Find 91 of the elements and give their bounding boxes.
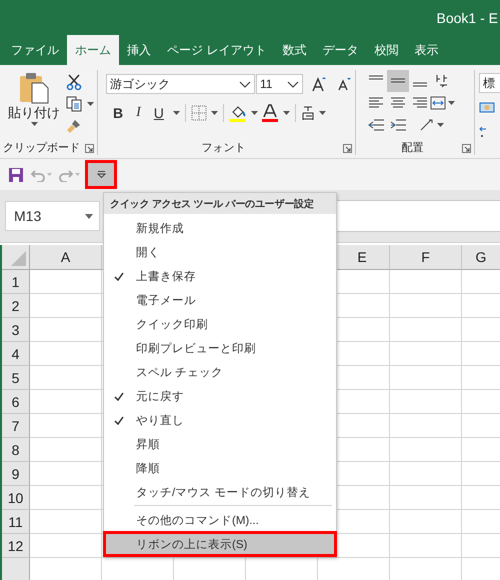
menu-item[interactable]: タッチ/マウス モードの切り替え bbox=[104, 480, 336, 504]
row-header[interactable]: 12 bbox=[2, 534, 30, 558]
check-icon[interactable] bbox=[114, 272, 124, 281]
merge-icon[interactable] bbox=[430, 96, 446, 110]
ribbon-tab[interactable]: 校閲 bbox=[366, 35, 406, 65]
group-label: クリップボード bbox=[3, 140, 80, 154]
customize-toolbar-button[interactable] bbox=[88, 163, 114, 186]
dropdown-icon[interactable] bbox=[96, 171, 106, 178]
ribbon-tab[interactable]: ファイル bbox=[3, 35, 67, 65]
menu-item[interactable]: 昇順 bbox=[104, 432, 336, 456]
underline-button[interactable]: U bbox=[148, 105, 169, 121]
caret-icon[interactable] bbox=[448, 101, 454, 105]
menu-title: クイック アクセス ツール バーのユーザー設定 bbox=[104, 193, 336, 214]
ribbon-tab[interactable]: ホーム bbox=[67, 35, 119, 65]
caret-icon[interactable] bbox=[87, 102, 94, 106]
font-name-field[interactable]: 游ゴシック bbox=[106, 74, 255, 94]
fill-color-icon[interactable] bbox=[228, 104, 247, 122]
brush-icon[interactable] bbox=[66, 118, 82, 134]
align-left-icon[interactable] bbox=[369, 96, 383, 110]
menu-item[interactable]: 新規作成 bbox=[104, 216, 336, 240]
check-icon[interactable] bbox=[114, 392, 124, 401]
row-header[interactable]: 5 bbox=[2, 366, 30, 390]
row-header[interactable]: 2 bbox=[2, 294, 30, 318]
caret-icon[interactable] bbox=[282, 111, 290, 115]
ribbon-tab[interactable]: 表示 bbox=[406, 35, 446, 65]
group-label: 配置 bbox=[402, 140, 424, 154]
align-middle-button[interactable] bbox=[387, 70, 409, 92]
caret-icon[interactable] bbox=[85, 214, 93, 218]
dialog-launcher-icon[interactable] bbox=[343, 144, 352, 153]
number-format-field[interactable]: 標 bbox=[479, 73, 500, 93]
font-color-icon[interactable] bbox=[260, 104, 279, 122]
menu-item[interactable]: クイック印刷 bbox=[104, 312, 336, 336]
caret-icon[interactable] bbox=[172, 111, 180, 115]
menu-item[interactable]: 降順 bbox=[104, 456, 336, 480]
row-header[interactable]: 10 bbox=[2, 486, 30, 510]
check-icon[interactable] bbox=[114, 416, 124, 425]
caret-icon[interactable] bbox=[436, 123, 444, 127]
italic-button[interactable]: I bbox=[131, 105, 146, 121]
row-header[interactable]: 6 bbox=[2, 390, 30, 414]
ribbon-tab[interactable]: データ bbox=[314, 35, 366, 65]
caret-icon[interactable] bbox=[31, 122, 38, 126]
group-label: フォント bbox=[202, 140, 246, 154]
caret-icon[interactable] bbox=[250, 111, 258, 115]
row-header[interactable]: 8 bbox=[2, 438, 30, 462]
menu-item[interactable]: 印刷プレビューと印刷 bbox=[104, 336, 336, 360]
save-icon[interactable] bbox=[8, 166, 24, 182]
decrease-indent-icon[interactable] bbox=[368, 118, 384, 132]
caret-icon[interactable] bbox=[210, 111, 218, 115]
column-header[interactable]: G bbox=[462, 245, 500, 270]
caret-icon[interactable] bbox=[318, 111, 326, 115]
dialog-launcher-icon[interactable] bbox=[462, 144, 471, 153]
row-header[interactable]: 1 bbox=[2, 270, 30, 294]
menu-item[interactable]: やり直し bbox=[104, 408, 336, 432]
row-header[interactable]: 7 bbox=[2, 414, 30, 438]
menu-item[interactable]: 上書き保存 bbox=[104, 264, 336, 288]
bold-button[interactable]: B bbox=[108, 105, 128, 121]
align-center-icon[interactable] bbox=[391, 96, 405, 110]
row-header[interactable]: 4 bbox=[2, 342, 30, 366]
phonetic-icon[interactable] bbox=[300, 105, 315, 121]
paste-button[interactable]: 貼り付け bbox=[0, 72, 66, 139]
currency-icon[interactable] bbox=[479, 101, 497, 115]
row-header[interactable]: 9 bbox=[2, 462, 30, 486]
menu-item[interactable]: 元に戻す bbox=[104, 384, 336, 408]
align-right-icon[interactable] bbox=[413, 96, 427, 110]
grow-font-icon[interactable] bbox=[311, 76, 327, 92]
column-header[interactable]: F bbox=[390, 245, 462, 270]
menu-item[interactable]: スペル チェック bbox=[104, 360, 336, 384]
column-header[interactable]: A bbox=[30, 245, 102, 270]
menu-item[interactable]: 開く bbox=[104, 240, 336, 264]
shrink-font-icon[interactable] bbox=[337, 77, 351, 91]
dialog-launcher-icon[interactable] bbox=[85, 144, 94, 153]
menu-item[interactable]: リボンの上に表示(S) bbox=[104, 532, 336, 556]
ribbon-tab[interactable]: 挿入 bbox=[119, 35, 159, 65]
font-size-field[interactable]: 11 bbox=[256, 74, 303, 94]
name-box[interactable]: M13 bbox=[5, 201, 100, 231]
scissors-icon[interactable] bbox=[66, 74, 82, 90]
menu-item[interactable]: その他のコマンド(M)... bbox=[104, 508, 336, 532]
row-header[interactable]: 11 bbox=[2, 510, 30, 534]
ribbon-tab[interactable]: ページ レイアウト bbox=[159, 35, 274, 65]
row-header[interactable]: 3 bbox=[2, 318, 30, 342]
window-title: Book1 - E bbox=[436, 10, 498, 26]
copy-icon[interactable] bbox=[66, 96, 82, 112]
chevron-icon[interactable] bbox=[287, 80, 299, 88]
borders-icon[interactable] bbox=[190, 105, 207, 121]
chevron-icon[interactable] bbox=[239, 80, 251, 88]
increase-indent-icon[interactable] bbox=[390, 118, 406, 132]
ribbon-tab[interactable]: 数式 bbox=[274, 35, 314, 65]
orientation-icon[interactable] bbox=[418, 118, 434, 132]
column-header[interactable]: E bbox=[335, 245, 390, 270]
menu-item[interactable]: 電子メール bbox=[104, 288, 336, 312]
clipboard-icon[interactable] bbox=[19, 72, 49, 104]
